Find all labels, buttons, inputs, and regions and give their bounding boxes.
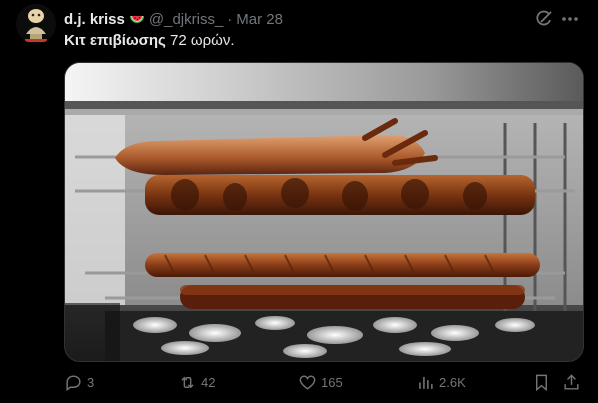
views-icon (419, 376, 433, 389)
display-name[interactable]: d.j. kriss (64, 11, 125, 28)
separator-dot: · (227, 10, 233, 28)
share-icon (564, 373, 579, 390)
action-bar: 3 42 165 2.6K (64, 372, 584, 394)
bookmark-button[interactable] (532, 372, 555, 392)
repost-button[interactable]: 42 (178, 372, 215, 392)
tweet-header: d.j. kriss @_djkriss_ · Mar 28 (64, 9, 598, 29)
reply-icon (66, 374, 81, 391)
tweet-media-image[interactable] (64, 62, 584, 362)
bookmark-icon (536, 374, 547, 391)
repost-count: 42 (201, 374, 216, 390)
heart-icon (299, 374, 316, 390)
handle[interactable]: @_djkriss_ (149, 11, 223, 28)
reply-count: 3 (87, 374, 95, 390)
post-date[interactable]: Mar 28 (236, 11, 283, 28)
avatar[interactable] (16, 4, 56, 44)
like-count: 165 (321, 374, 343, 390)
views-button[interactable]: 2.6K (416, 372, 466, 392)
watermelon-icon (129, 11, 145, 27)
views-count: 2.6K (439, 374, 466, 390)
more-icon[interactable] (560, 9, 580, 29)
tweet-text-rest: 72 ωρών. (165, 32, 235, 49)
reply-button[interactable]: 3 (64, 372, 94, 392)
like-button[interactable]: 165 (298, 372, 343, 392)
repost-icon (181, 376, 194, 388)
tweet-text: Κιτ επιβίωσης 72 ωρών. (64, 31, 235, 51)
tweet-text-bold: Κιτ επιβίωσης (64, 32, 166, 49)
grok-icon[interactable] (534, 9, 554, 29)
share-button[interactable] (562, 372, 585, 392)
